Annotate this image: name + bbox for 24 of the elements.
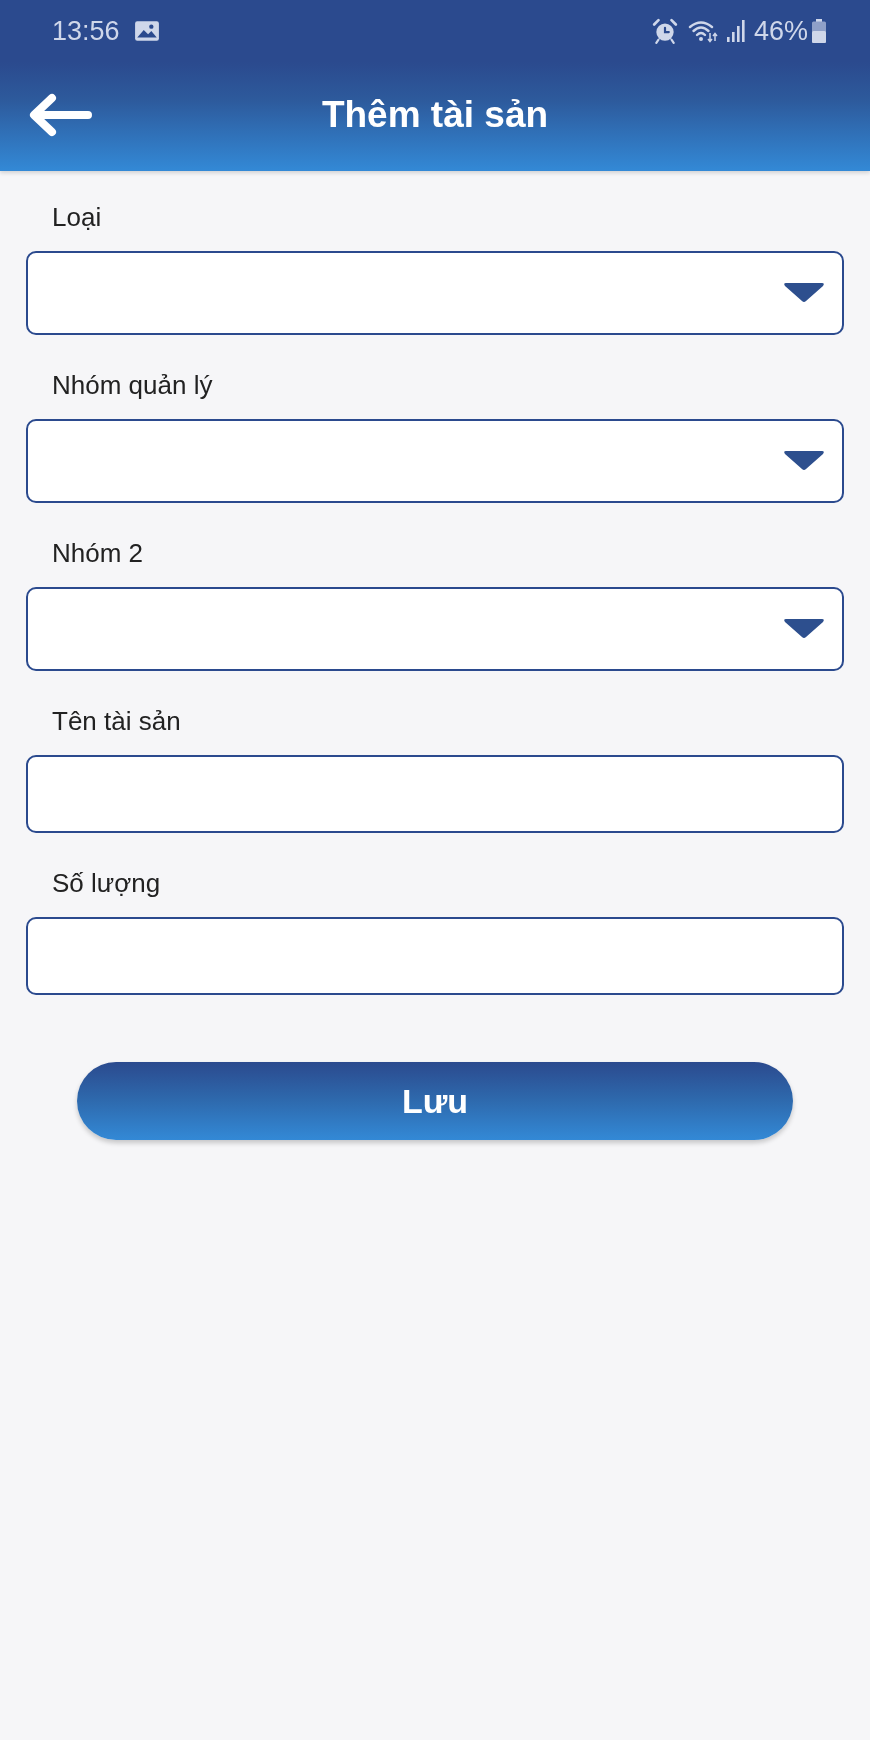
status-time: 13:56 bbox=[52, 15, 120, 47]
caret-icon bbox=[782, 449, 826, 473]
field-label: Loại bbox=[52, 201, 102, 233]
wifi-icon bbox=[687, 18, 718, 44]
battery-icon bbox=[812, 19, 826, 43]
back-button[interactable] bbox=[28, 92, 92, 137]
back-arrow-icon bbox=[28, 92, 92, 137]
dropdown-field[interactable] bbox=[26, 251, 844, 335]
page-title: Thêm tài sản bbox=[321, 93, 549, 136]
field-label: Nhóm 2 bbox=[52, 537, 144, 569]
text-input-field[interactable] bbox=[26, 917, 844, 995]
alarm-clock-icon bbox=[651, 18, 678, 44]
dropdown-field[interactable] bbox=[26, 419, 844, 503]
dropdown-field[interactable] bbox=[26, 587, 844, 671]
signal-icon bbox=[725, 20, 746, 42]
battery-percent: 46% bbox=[753, 15, 808, 47]
field-label: Nhóm quản lý bbox=[52, 369, 213, 401]
field-label: Tên tài sản bbox=[52, 705, 181, 737]
caret-icon bbox=[782, 617, 826, 641]
save-button[interactable]: Lưu bbox=[77, 1062, 793, 1140]
text-input-field[interactable] bbox=[26, 755, 844, 833]
image-icon bbox=[133, 20, 160, 42]
caret-icon bbox=[782, 281, 826, 305]
field-label: Số lượng bbox=[52, 867, 161, 899]
